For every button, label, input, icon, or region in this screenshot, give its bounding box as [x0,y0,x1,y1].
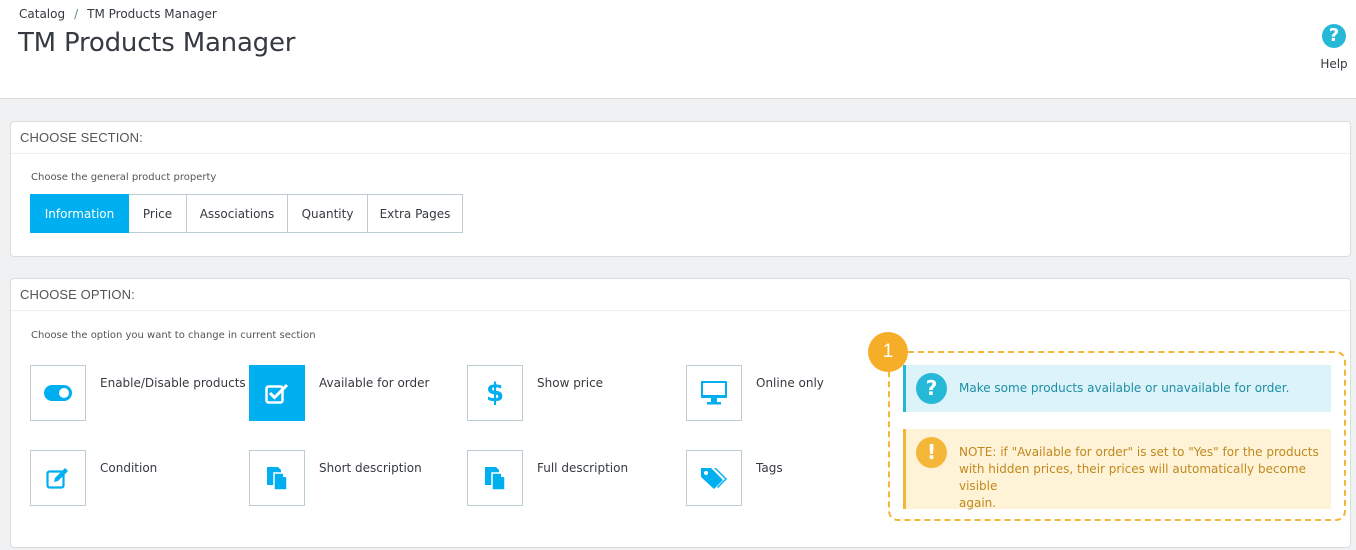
tab-associations[interactable]: Associations [187,194,288,233]
document-icon [267,467,288,491]
help-label: Help [1320,57,1348,71]
breadcrumb-current: TM Products Manager [87,7,217,21]
option-label: Full description [537,461,629,475]
info-alert: ? Make some products available or unavai… [903,365,1331,412]
tab-extra-pages[interactable]: Extra Pages [368,194,463,233]
document-icon [485,467,506,491]
question-circle-icon: ? [1322,24,1346,48]
breadcrumb: Catalog / TM Products Manager [19,7,217,21]
page-title: TM Products Manager [18,28,296,58]
help-button[interactable]: ? Help [1314,24,1354,71]
callout-number-badge: 1 [868,332,908,372]
option-tile[interactable] [249,365,305,421]
section-hint: Choose the general product property [31,172,217,183]
warning-alert: ! NOTE: if "Available for order" is set … [903,429,1331,512]
option-label: Available for order [319,376,430,390]
option-label: Short description [319,461,422,475]
exclamation-circle-icon: ! [916,437,947,468]
option-tile[interactable] [686,450,742,506]
option-tile[interactable] [686,365,742,421]
option-label: Enable/Disable products [100,376,246,390]
tab-price[interactable]: Price [129,194,187,233]
section-tabs: Information Price Associations Quantity … [30,194,463,233]
option-tile[interactable] [30,365,86,421]
option-label: Show price [537,376,604,390]
option-tile[interactable] [30,450,86,506]
option-hint: Choose the option you want to change in … [31,330,316,341]
warning-alert-text: NOTE: if "Available for order" is set to… [959,444,1324,512]
option-label: Condition [100,461,158,475]
page-header: Catalog / TM Products Manager TM Products … [0,0,1356,99]
option-label: Online only [756,376,824,390]
breadcrumb-separator: / [74,7,79,21]
toggle-icon [44,385,72,401]
edit-icon [46,468,68,489]
option-tile[interactable] [467,450,523,506]
question-circle-icon: ? [916,373,947,404]
warning-line: again. [959,496,997,510]
tab-quantity[interactable]: Quantity [288,194,368,233]
choose-section-panel: CHOOSE SECTION: Choose the general produ… [10,121,1351,257]
tags-icon [701,468,727,489]
option-tile[interactable]: $ [467,365,523,421]
warning-line: NOTE: if "Available for order" is set to… [959,445,1319,459]
option-label: Tags [756,461,783,475]
breadcrumb-catalog-link[interactable]: Catalog [19,7,65,21]
option-tile[interactable] [249,450,305,506]
monitor-icon [701,381,727,405]
panel-heading: CHOOSE SECTION: [11,122,1350,154]
checkbox-icon [265,383,289,404]
dollar-icon: $ [485,378,505,408]
info-alert-text: Make some products available or unavaila… [959,381,1290,395]
tab-information[interactable]: Information [30,194,129,233]
panel-heading: CHOOSE OPTION: [11,279,1350,311]
warning-line: with hidden prices, their prices will au… [959,462,1306,493]
